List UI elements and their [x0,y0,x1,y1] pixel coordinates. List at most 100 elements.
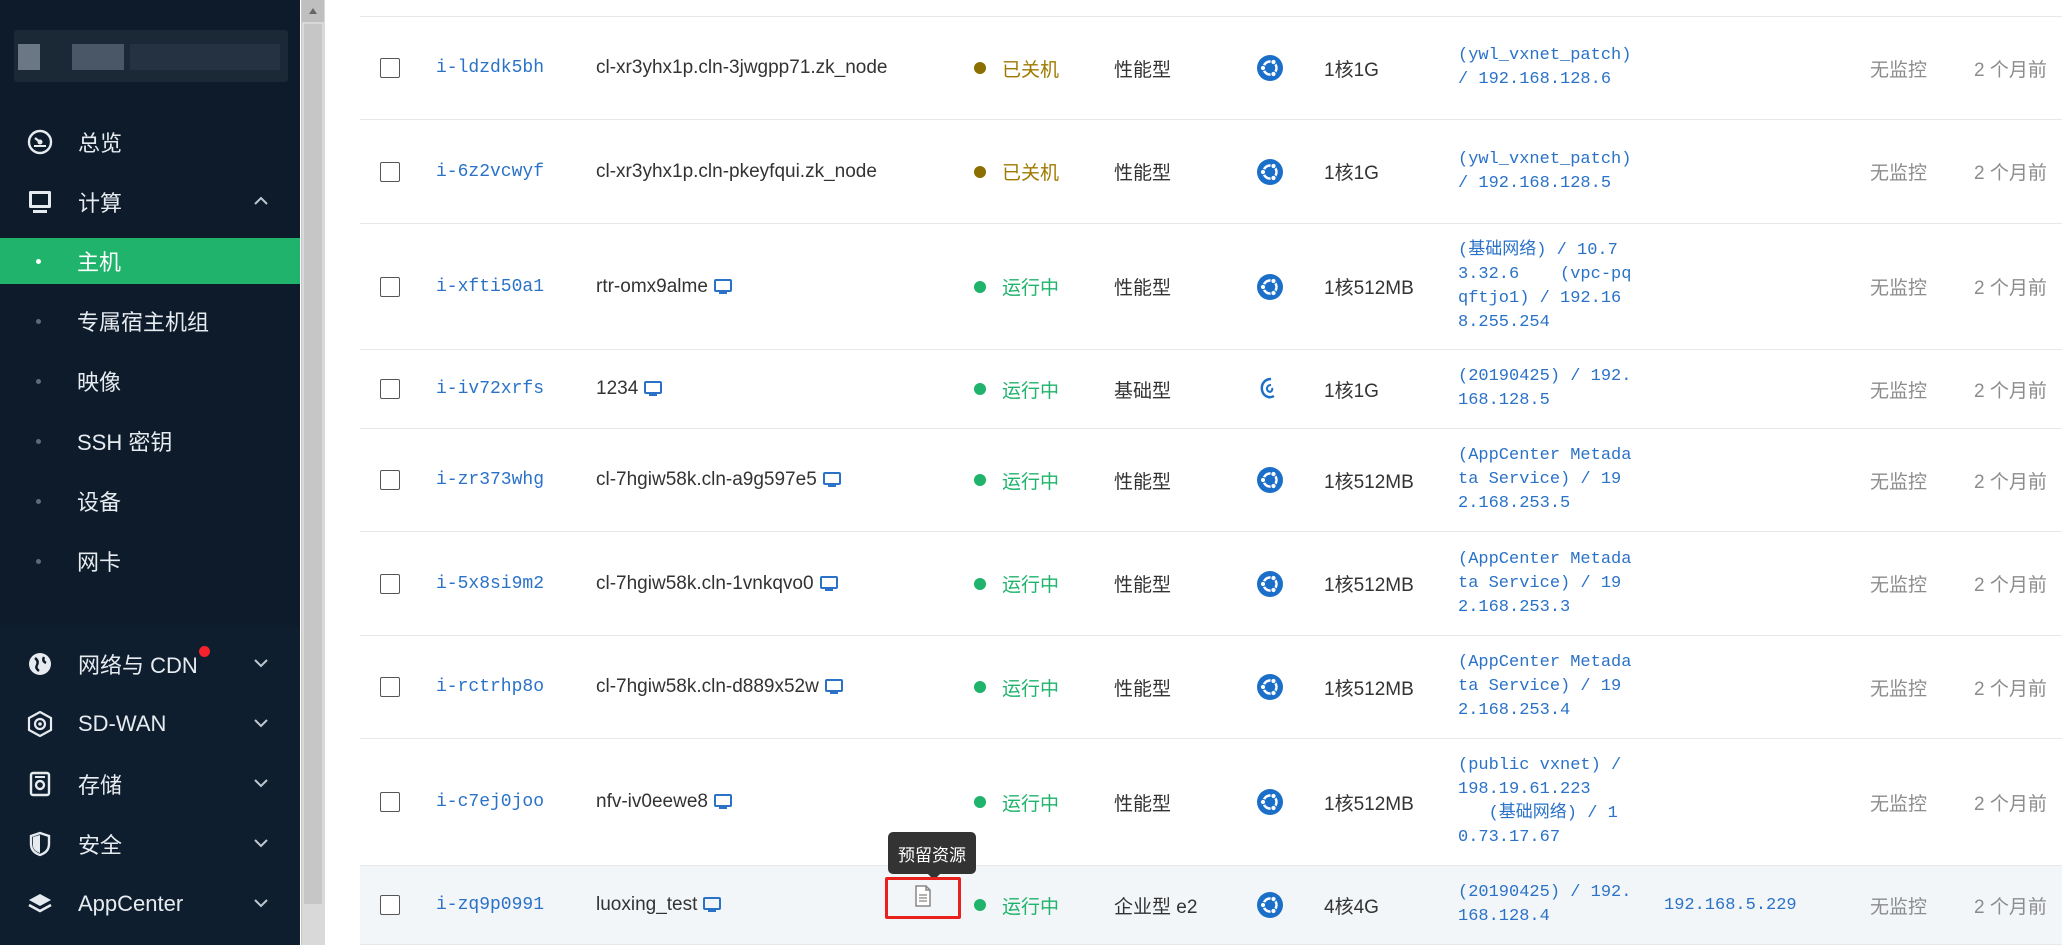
vertical-scrollbar[interactable] [301,0,325,945]
network-text: (基础网络) / 10.7 3.32.6 (vpc-pq qftjo1) / 192… [1458,239,1631,335]
sidebar-item-images[interactable]: 映像 [0,358,300,404]
instance-id-link[interactable]: i-c7ej0joo [436,739,544,865]
table-row[interactable]: i-zr373whg cl-7hgiw58k.cln-a9g597e5 运行中 性能型… [360,429,2062,532]
eip-link[interactable]: 192.168.5.229 [1664,866,1797,944]
console-monitor-icon[interactable] [703,897,722,913]
network-line: (ywl_vxnet_patch) [1458,149,1632,169]
globe-icon [26,650,54,678]
row-checkbox[interactable] [380,792,400,812]
instance-name-text: 1234 [596,378,639,399]
table-row[interactable]: i-rctrhp8o cl-7hgiw58k.cln-d889x52w 运行中 性能型… [360,636,2062,739]
network-text: (AppCenter Metada ta Service) / 19 2.168.2… [1458,444,1631,516]
instance-table: i-ldzdk5bh cl-xr3yhx1p.cln-3jwgpp71.zk_no… [360,0,2062,945]
instance-type: 性能型 [1114,793,1172,815]
sidebar-item-devices[interactable]: 设备 [0,478,300,524]
status-dot [974,383,986,395]
table-row[interactable]: i-zq9p0991 luoxing_test 运行中 企业型 e2 4核4G (2019… [360,866,2062,945]
console-monitor-icon[interactable] [644,381,663,397]
monitor-status: 无监控 [1870,380,1928,402]
network-link[interactable]: (ywl_vxnet_patch) / 192.168.128.5 [1458,120,1631,223]
sidebar-item-instances[interactable]: 主机 [0,238,300,284]
sidebar-item-ssh-keys[interactable]: SSH 密钥 [0,418,300,464]
instance-id-link[interactable]: i-6z2vcwyf [436,120,544,223]
console-monitor-icon[interactable] [713,794,732,810]
instance-id-link[interactable]: i-iv72xrfs [436,350,544,428]
nav-item-overview[interactable]: 总览 [0,116,300,168]
row-checkbox[interactable] [380,379,400,399]
table-row[interactable]: i-5x8si9m2 cl-7hgiw58k.cln-1vnkqvo0 运行中 性能型… [360,532,2062,636]
scroll-up-arrow-icon[interactable] [302,0,324,22]
monitor-status: 无监控 [1870,278,1928,299]
instance-name-text: nfv-iv0eewe8 [596,791,708,812]
console-monitor-icon[interactable] [822,472,841,488]
row-checkbox[interactable] [380,677,400,697]
instance-name: luoxing_test [596,866,722,944]
instance-id-link[interactable]: i-rctrhp8o [436,636,544,738]
network-link[interactable]: (20190425) / 192. 168.128.4 [1458,866,1631,944]
document-icon [914,884,932,912]
nav-item-compute[interactable]: 计算 [0,176,300,228]
console-monitor-icon[interactable] [713,278,732,295]
network-line: (AppCenter Metada [1458,653,1632,672]
table-row[interactable]: i-iv72xrfs 1234 运行中 基础型 1核1G (20190425) / 192… [360,350,2062,429]
scrollbar-thumb[interactable] [304,24,322,904]
row-checkbox[interactable] [380,895,400,915]
nav-item-security[interactable]: 安全 [0,818,300,870]
network-link[interactable]: (AppCenter Metada ta Service) / 19 2.168.2… [1458,429,1631,531]
network-line: 2.168.253.4 [1458,701,1571,720]
nav-label: 网络与 CDN [78,653,198,678]
instance-name: cl-xr3yhx1p.cln-3jwgpp71.zk_node [596,17,888,119]
instance-type: 性能型 [1114,471,1172,493]
storage-icon [26,770,54,798]
instance-id-link[interactable]: i-ldzdk5bh [436,17,544,119]
instance-name-text: cl-7hgiw58k.cln-1vnkqvo0 [596,572,814,594]
console-monitor-icon[interactable] [819,575,838,592]
instance-id-link[interactable]: i-zr373whg [436,429,544,531]
network-line: (20190425) / 192. [1458,883,1632,902]
nav-label: AppCenter [78,891,184,916]
status-badge: 运行中 [974,866,1059,944]
network-link[interactable]: (20190425) / 192. 168.128.5 [1458,350,1631,428]
network-link[interactable]: (AppCenter Metada ta Service) / 19 2.168.2… [1458,636,1631,738]
network-link[interactable]: (基础网络) / 10.7 3.32.6 (vpc-pq qftjo1) / 192… [1458,224,1631,349]
row-checkbox[interactable] [380,161,400,182]
sidebar-item-dedicated-hosts[interactable]: 专属宿主机组 [0,298,300,344]
network-line: / 192.168.128.6 [1458,70,1612,89]
monitor-status: 无监控 [1870,59,1928,81]
network-text: (20190425) / 192. 168.128.4 [1458,881,1631,929]
sidebar-item-nics[interactable]: 网卡 [0,538,300,584]
debian-icon [1256,350,1284,428]
nav-item-sdwan[interactable]: SD-WAN [0,698,300,750]
row-checkbox[interactable] [380,276,400,297]
row-checkbox[interactable] [380,470,400,490]
network-line: (AppCenter Metada [1458,549,1632,569]
brand-logo[interactable] [14,30,288,82]
status-badge: 已关机 [974,120,1059,223]
network-link[interactable]: (ywl_vxnet_patch) / 192.168.128.6 [1458,17,1631,119]
tooltip: 预留资源 [888,832,976,880]
table-row[interactable]: i-xfti50a1 rtr-omx9alme 运行中 性能型 1核512MB (基础网络… [360,224,2062,350]
instance-id-link[interactable]: i-zq9p0991 [436,866,544,944]
instance-config: 1核512MB [1324,575,1414,596]
instance-type: 企业型 e2 [1114,896,1198,918]
status-text: 运行中 [1002,896,1060,918]
checkbox-cell [360,350,400,428]
network-line: 168.128.5 [1458,391,1550,410]
row-checkbox[interactable] [380,573,400,594]
network-link[interactable]: (public vxnet) / 198.19.61.223 (基础网络) / 1… [1458,739,1621,865]
console-monitor-icon[interactable] [824,679,843,695]
instance-id-link[interactable]: i-xfti50a1 [436,224,544,349]
nav-item-storage[interactable]: 存储 [0,758,300,810]
table-row[interactable]: i-c7ej0joo nfv-iv0eewe8 运行中 性能型 1核512MB (publ… [360,739,2062,866]
table-row[interactable]: i-ldzdk5bh cl-xr3yhx1p.cln-3jwgpp71.zk_no… [360,17,2062,120]
nav-item-network-cdn[interactable]: 网络与 CDN [0,638,300,690]
instance-id-link[interactable]: i-5x8si9m2 [436,532,544,635]
reserved-resource-button[interactable] [885,877,961,919]
status-dot [974,899,986,911]
table-row[interactable]: i-6z2vcwyf cl-xr3yhx1p.cln-pkeyfqui.zk_no… [360,120,2062,224]
instance-type: 性能型 [1114,163,1172,184]
nav-item-appcenter[interactable]: AppCenter [0,878,300,930]
nav-label: 计算 [78,191,123,216]
network-link[interactable]: (AppCenter Metada ta Service) / 19 2.168.2… [1458,532,1631,635]
row-checkbox[interactable] [380,58,400,78]
